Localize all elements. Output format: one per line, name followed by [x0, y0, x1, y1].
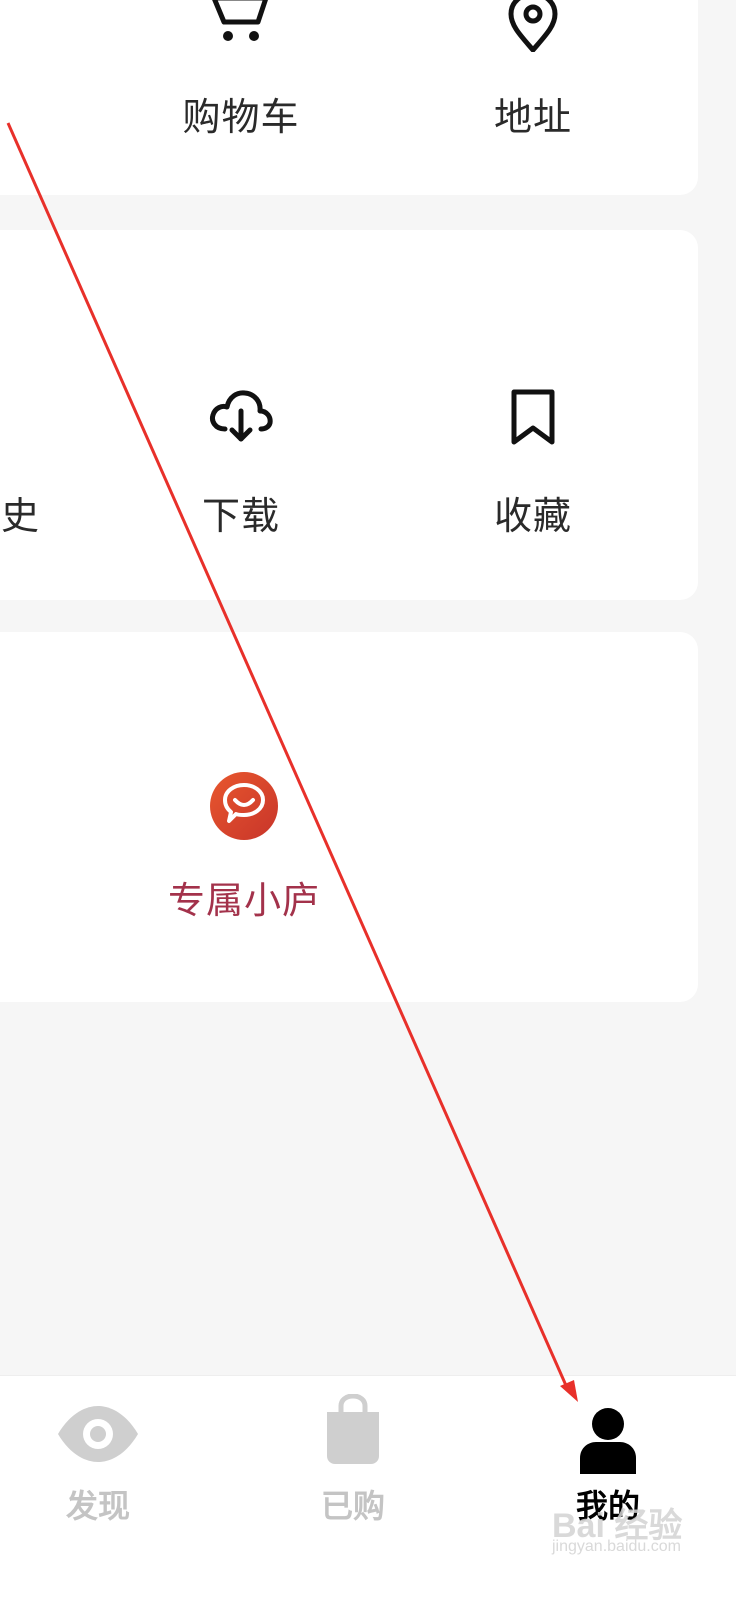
cart-label: 购物车: [182, 97, 300, 139]
favorites-label: 收藏: [493, 496, 572, 538]
tab-discover-label: 发现: [65, 1488, 130, 1524]
tab-purchased-label: 已购: [320, 1488, 385, 1524]
eye-icon: [18, 1404, 178, 1464]
address-label: 地址: [493, 97, 572, 139]
download-entry[interactable]: 下载: [176, 240, 306, 560]
cloud-download-icon: [176, 387, 306, 443]
baidu-jingyan-watermark: Bai 经验 jingyan.baidu.com: [552, 1498, 702, 1558]
address-entry[interactable]: 地址: [468, 0, 598, 195]
bookmark-icon: [468, 388, 598, 446]
history-label: 史: [0, 496, 40, 538]
shopping-cart-icon: [176, 0, 306, 46]
chat-smile-icon: [146, 770, 342, 842]
tab-purchased[interactable]: 已购: [273, 1376, 433, 1526]
bottom-tab-bar: 发现 已购 我的: [0, 1375, 736, 1601]
watermark-url: jingyan.baidu.com: [552, 1538, 681, 1555]
cart-entry[interactable]: 购物车: [176, 0, 306, 195]
shopping-bag-icon: [273, 1394, 433, 1466]
location-pin-icon: [468, 0, 598, 52]
user-icon: [528, 1406, 688, 1476]
download-label: 下载: [201, 496, 280, 538]
favorites-entry[interactable]: 收藏: [468, 240, 598, 560]
tab-discover[interactable]: 发现: [18, 1376, 178, 1526]
exclusive-cottage-entry[interactable]: 专属小庐: [146, 770, 342, 930]
service-card: [0, 632, 698, 1002]
history-entry[interactable]: 史: [0, 240, 40, 560]
exclusive-cottage-label: 专属小庐: [168, 880, 320, 921]
